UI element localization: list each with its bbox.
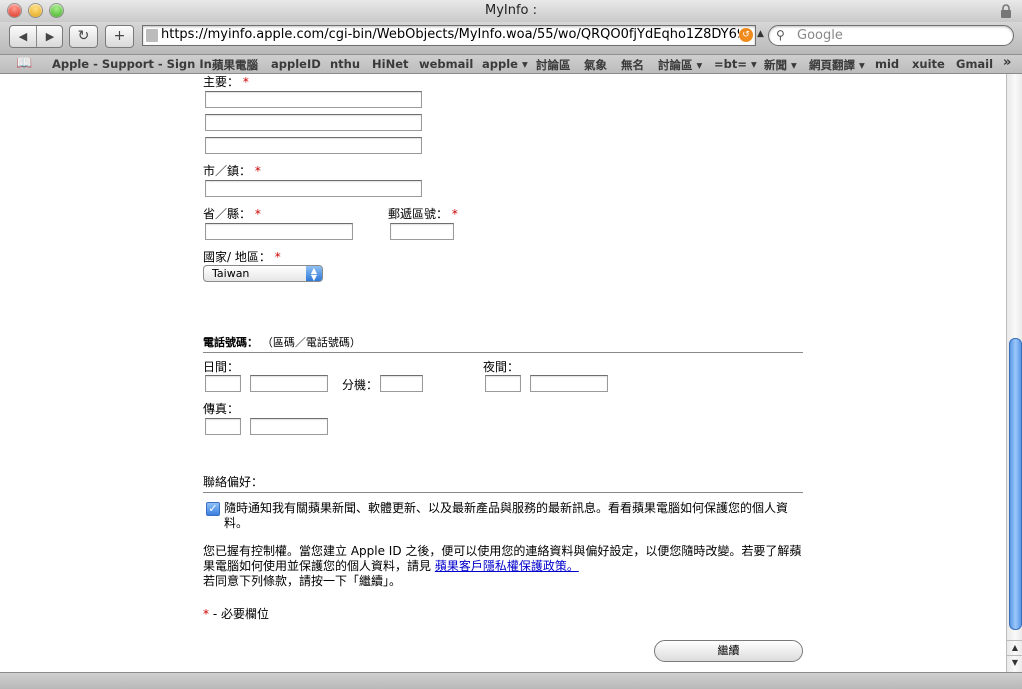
province-input[interactable] [205, 223, 353, 240]
city-input[interactable] [205, 180, 422, 197]
contact-preferences-label: 聯絡偏好： [203, 475, 264, 489]
control-paragraph: 您已握有控制權。當您建立 Apple ID 之後，便可以使用您的連絡資料與偏好設… [203, 544, 803, 589]
url-text[interactable]: https://myinfo.apple.com/cgi-bin/WebObje… [161, 27, 739, 42]
scrollbar-thumb[interactable] [1009, 338, 1022, 630]
required-note-text: - 必要欄位 [212, 607, 269, 621]
required-mark: * [242, 75, 249, 89]
extension-input[interactable] [380, 375, 423, 392]
bookmark-item[interactable]: nthu [330, 57, 360, 71]
bookmark-item[interactable]: appleID [271, 57, 321, 71]
bookmark-item[interactable]: 氣象 [584, 57, 607, 73]
forward-button[interactable]: ▶ [37, 26, 63, 47]
required-mark: * [451, 207, 458, 221]
url-dropdown-icon[interactable]: ▲ [757, 29, 764, 39]
continue-button[interactable]: 繼續 [654, 640, 803, 662]
city-label: 市／鎮： * [203, 162, 261, 179]
bookmark-item[interactable]: 討論區 [536, 57, 571, 73]
address-label: 主要： * [203, 74, 249, 90]
bookmark-item[interactable]: 新聞 ▾ [764, 57, 797, 73]
fax-number-input[interactable] [250, 418, 328, 435]
country-label: 國家/ 地區： * [203, 248, 281, 265]
section-divider [203, 352, 803, 353]
phone-label: 電話號碼： （區碼／電話號碼） [203, 334, 361, 350]
postal-code-label: 郵遞區號： * [388, 205, 458, 222]
bookmark-item[interactable]: 蘋果電腦 [212, 57, 258, 73]
required-mark: * [254, 207, 261, 221]
phone-label-text: 電話號碼： [203, 336, 258, 349]
bookmark-item[interactable]: =bt= ▾ [714, 57, 757, 71]
province-label-text: 省／縣： [203, 207, 252, 221]
more-bookmarks-icon[interactable]: » [1003, 55, 1011, 70]
country-label-text: 國家/ 地區： [203, 250, 271, 264]
status-bar [0, 672, 1022, 689]
search-placeholder: Google [797, 28, 843, 43]
scroll-down-arrow[interactable]: ▼ [1007, 655, 1022, 670]
reload-button[interactable]: ↻ [69, 25, 98, 48]
bookmark-item[interactable]: 網頁翻譯 ▾ [809, 57, 865, 73]
bookmarks-book-icon[interactable]: 📖 [16, 56, 32, 71]
country-select[interactable]: Taiwan ▲ ▼ [203, 265, 323, 282]
fax-area-code-input[interactable] [205, 418, 241, 435]
daytime-number-input[interactable] [250, 375, 328, 392]
bookmarks-bar: 📖 Apple - Support - Sign In 蘋果電腦 appleID… [0, 55, 1022, 74]
address-label-text: 主要： [203, 75, 240, 89]
required-field-note: * - 必要欄位 [203, 605, 269, 622]
bookmark-item[interactable]: mid [875, 57, 899, 71]
required-mark: * [203, 607, 209, 621]
province-label: 省／縣： * [203, 205, 261, 222]
required-mark: * [254, 164, 261, 178]
address-line-1-input[interactable] [205, 91, 422, 108]
bookmark-item[interactable]: 討論區 ▾ [658, 57, 702, 73]
address-line-2-input[interactable] [205, 114, 422, 131]
window-title: MyInfo : [484, 3, 538, 18]
lock-icon [1001, 4, 1011, 18]
back-button[interactable]: ◀ [10, 26, 36, 47]
window-titlebar: MyInfo : [0, 0, 1022, 23]
add-bookmark-button[interactable]: + [105, 25, 134, 48]
city-label-text: 市／鎮： [203, 164, 252, 178]
page-icon [146, 29, 158, 42]
bookmark-item[interactable]: 無名 [621, 57, 644, 73]
address-line-3-input[interactable] [205, 137, 422, 154]
bookmark-item[interactable]: xuite [912, 57, 945, 71]
daytime-phone-label: 日間： [203, 360, 240, 374]
bookmark-item[interactable]: Gmail [956, 57, 993, 71]
search-field[interactable]: ⚲ Google [768, 25, 1014, 46]
select-arrows-icon: ▲ ▼ [306, 266, 322, 282]
fax-label: 傳真： [203, 402, 240, 416]
country-selected-value: Taiwan [212, 267, 250, 280]
back-forward-group: ◀ ▶ [9, 25, 63, 48]
newsletter-checkbox[interactable]: ✓ [206, 502, 220, 516]
phone-hint: （區碼／電話號碼） [261, 336, 361, 349]
postal-code-label-text: 郵遞區號： [388, 207, 449, 221]
vertical-scrollbar[interactable]: ▲ ▼ [1006, 74, 1022, 672]
privacy-policy-link[interactable]: 蘋果客戶隱私權保護政策。 [435, 559, 579, 573]
bookmark-item[interactable]: HiNet [372, 57, 409, 71]
agree-instruction-text: 若同意下列條款，請按一下「繼續」。 [203, 574, 402, 588]
bookmark-item[interactable]: Apple - Support - Sign In [52, 57, 212, 71]
evening-phone-label: 夜間： [483, 360, 520, 374]
address-bar[interactable]: https://myinfo.apple.com/cgi-bin/WebObje… [142, 25, 756, 46]
search-icon: ⚲ [776, 28, 785, 42]
newsletter-text: 隨時通知我有關蘋果新聞、軟體更新、以及最新產品與服務的最新訊息。看看蘋果電腦如何… [224, 501, 789, 530]
snapback-icon[interactable]: ↺ [739, 28, 753, 42]
postal-code-input[interactable] [390, 223, 454, 240]
required-mark: * [274, 250, 281, 264]
section-divider [203, 492, 803, 493]
page-content: 主要： * 市／鎮： * 省／縣： * 郵遞區號： * 國家/ 地區： * Ta… [0, 74, 1006, 672]
extension-label: 分機： [342, 378, 379, 392]
evening-area-code-input[interactable] [485, 375, 521, 392]
bookmark-item[interactable]: apple ▾ [482, 57, 528, 71]
evening-number-input[interactable] [530, 375, 608, 392]
daytime-area-code-input[interactable] [205, 375, 241, 392]
browser-toolbar: ◀ ▶ ↻ + https://myinfo.apple.com/cgi-bin… [0, 22, 1022, 55]
bookmark-item[interactable]: webmail [419, 57, 473, 71]
scroll-up-arrow[interactable]: ▲ [1007, 640, 1022, 655]
